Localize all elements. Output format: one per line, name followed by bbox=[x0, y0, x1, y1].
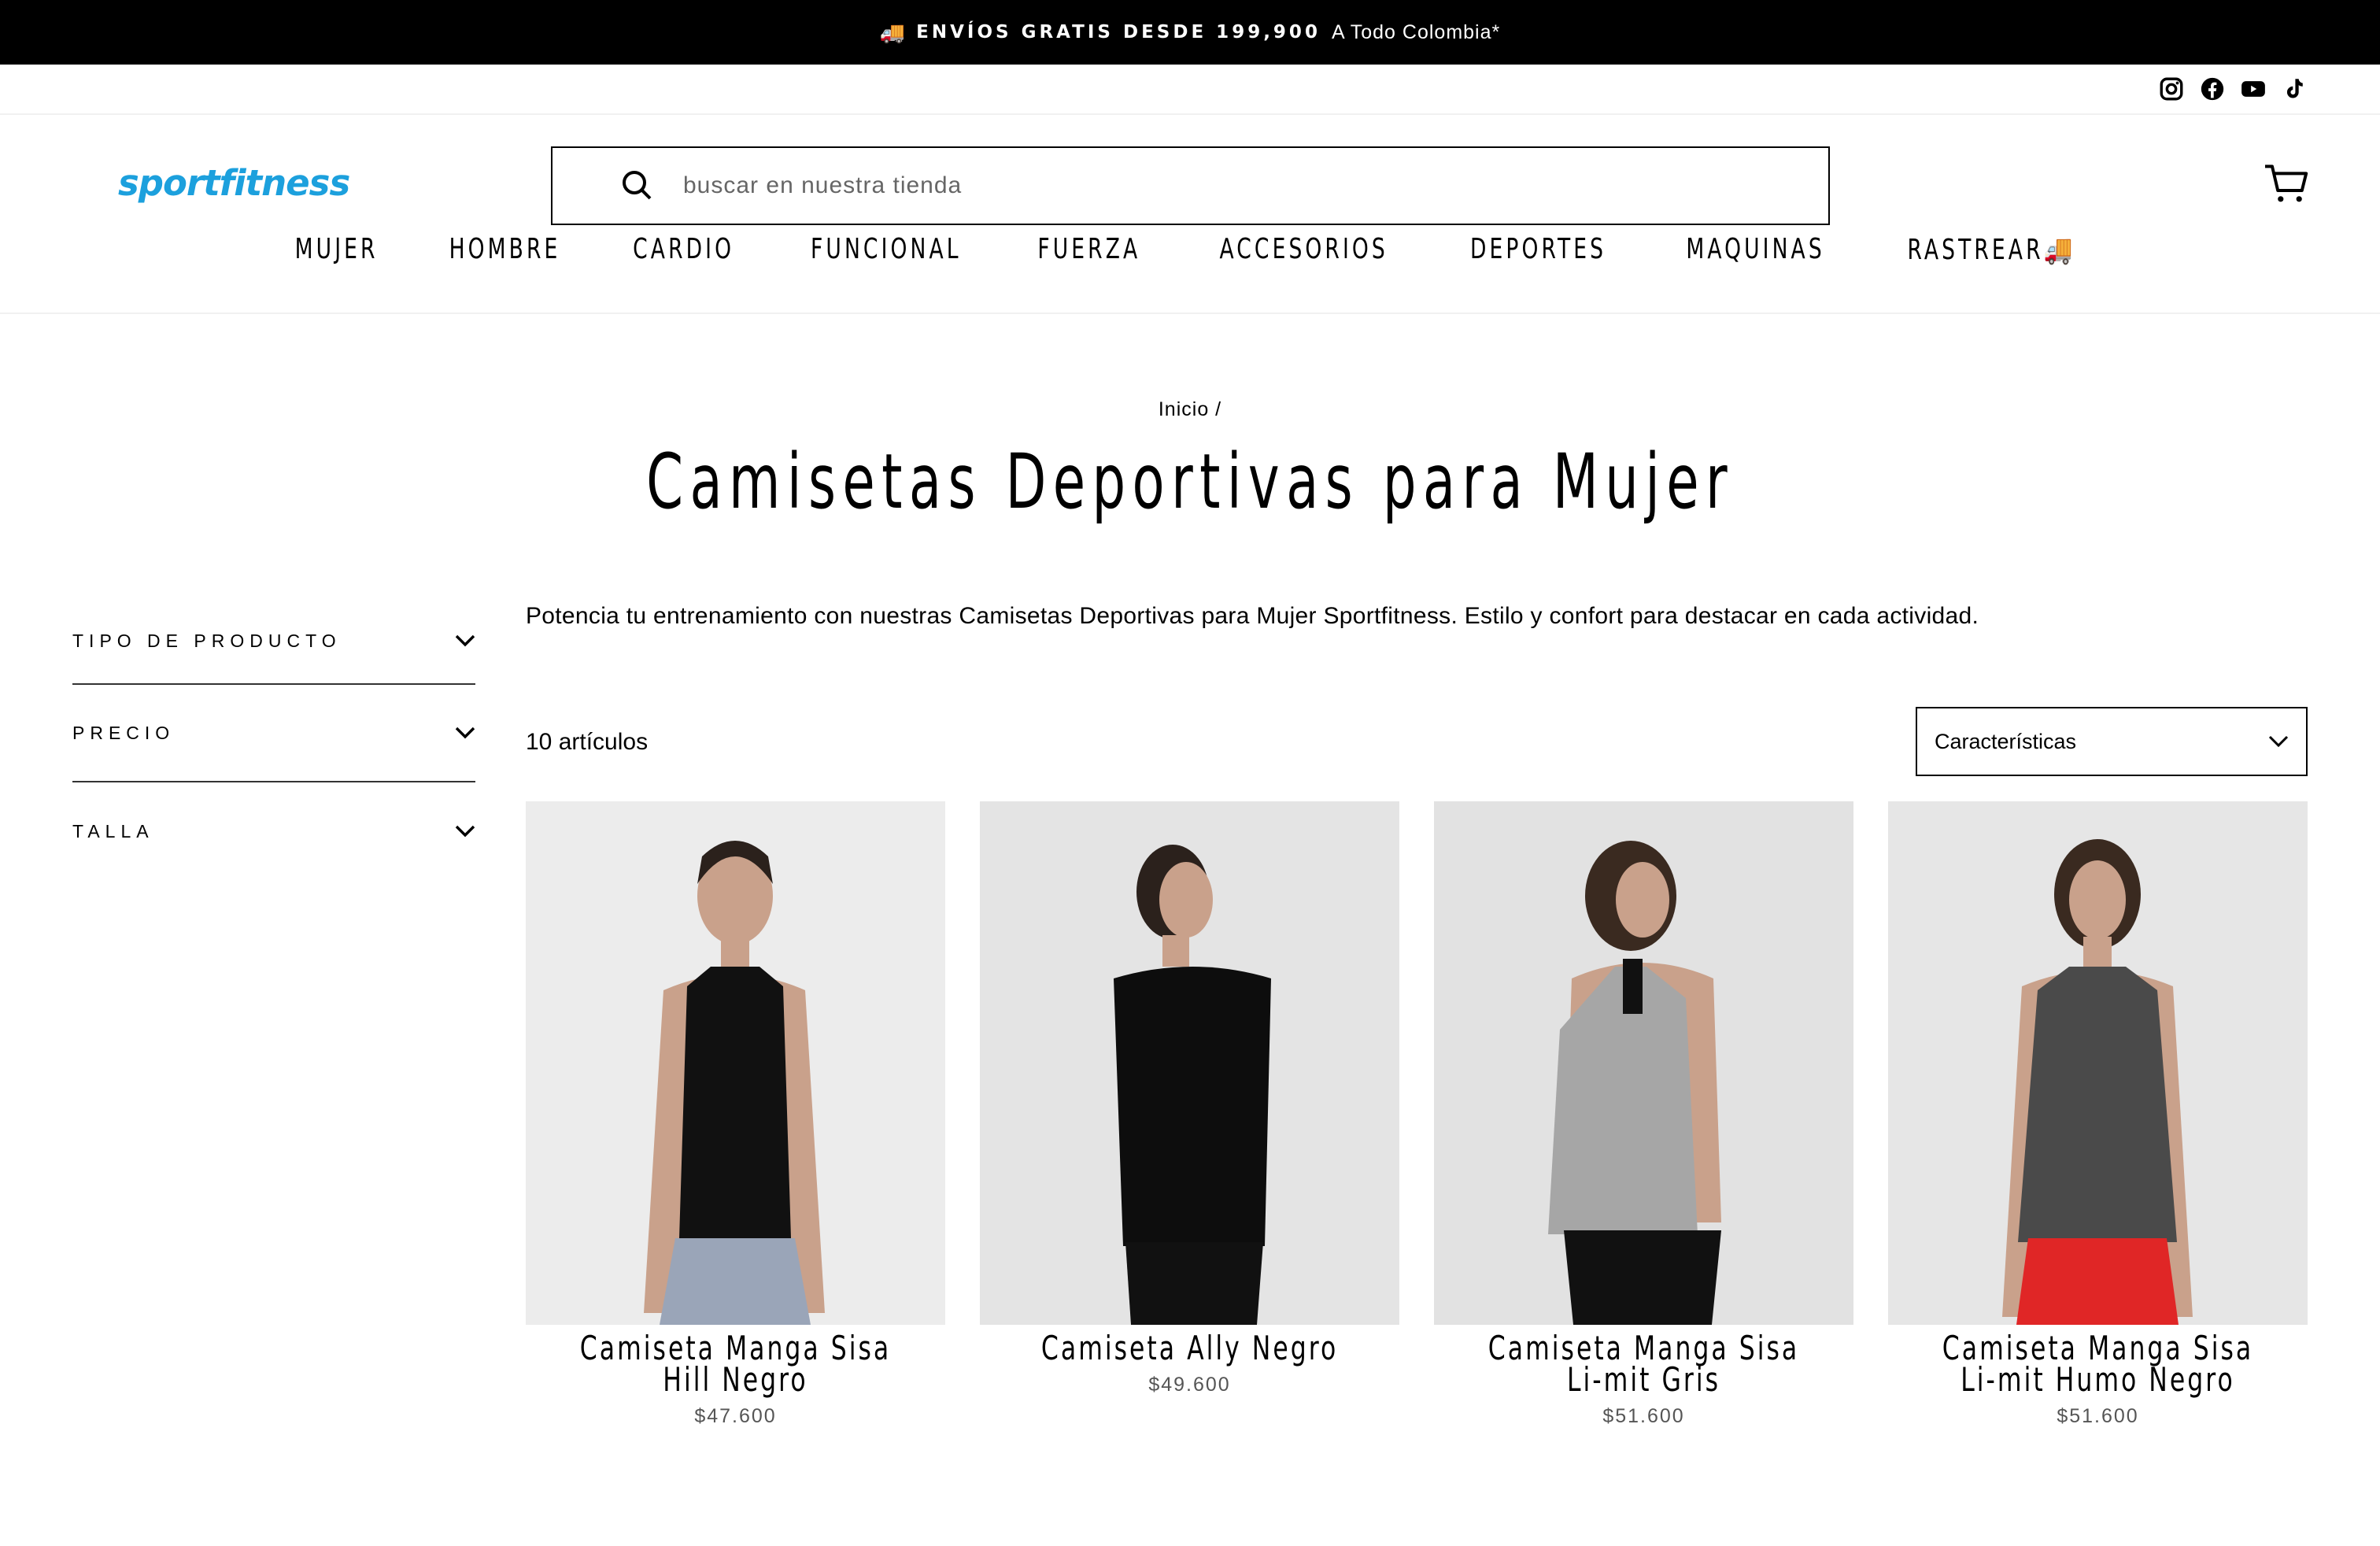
nav-rastrear[interactable]: RASTREAR🚚 bbox=[1907, 233, 2075, 266]
nav-maquinas[interactable]: MAQUINAS bbox=[1686, 233, 1824, 266]
announcement-light: A Todo Colombia* bbox=[1331, 20, 1501, 43]
sort-select[interactable]: Características bbox=[1916, 707, 2308, 776]
page-title: Camisetas Deportivas para Mujer bbox=[0, 438, 2380, 526]
product-price: $51.600 bbox=[2057, 1405, 2139, 1427]
product-price: $51.600 bbox=[1602, 1405, 1685, 1427]
filter-tipo-de-producto[interactable]: TIPO DE PRODUCTO bbox=[72, 598, 475, 685]
product-image[interactable] bbox=[980, 801, 1399, 1325]
nav-fuerza[interactable]: FUERZA bbox=[1038, 233, 1141, 266]
product-price: $49.600 bbox=[1148, 1374, 1231, 1396]
header-divider bbox=[0, 313, 2380, 314]
filter-label: PRECIO bbox=[72, 722, 176, 743]
product-name[interactable]: Camiseta Ally Negro bbox=[980, 1332, 1399, 1365]
product-name[interactable]: Camiseta Manga Sisa Hill Negro bbox=[526, 1332, 945, 1396]
nav-mujer[interactable]: MUJER bbox=[295, 233, 379, 266]
page-title-text: Camisetas Deportivas para Mujer bbox=[646, 438, 1734, 526]
site-logo[interactable]: sportfitness bbox=[118, 162, 350, 204]
product-image[interactable] bbox=[1888, 801, 2308, 1325]
tiktok-icon[interactable] bbox=[2281, 76, 2308, 102]
filter-sidebar: TIPO DE PRODUCTO PRECIO TALLA bbox=[72, 598, 475, 880]
product-card[interactable]: Camiseta Manga Sisa Li-mit Gris $51.600 bbox=[1434, 801, 1853, 1428]
filter-label: TALLA bbox=[72, 820, 154, 841]
search-icon[interactable] bbox=[619, 167, 656, 205]
product-count: 10 artículos bbox=[526, 729, 649, 755]
breadcrumb[interactable]: Inicio / bbox=[0, 398, 2380, 421]
social-bar bbox=[0, 65, 2380, 115]
chevron-down-icon bbox=[455, 825, 475, 838]
chevron-down-icon bbox=[455, 727, 475, 739]
main-nav: MUJER HOMBRE CARDIO FUNCIONAL FUERZA ACC… bbox=[0, 233, 2380, 266]
facebook-icon[interactable] bbox=[2199, 76, 2226, 102]
chevron-down-icon bbox=[2268, 735, 2289, 748]
filter-precio[interactable]: PRECIO bbox=[72, 685, 475, 782]
collection-description: Potencia tu entrenamiento con nuestras C… bbox=[526, 603, 1979, 629]
product-card[interactable]: Camiseta Manga Sisa Hill Negro $47.600 bbox=[526, 801, 945, 1428]
search-bar[interactable] bbox=[551, 146, 1830, 225]
truck-icon: 🚚 bbox=[879, 20, 906, 44]
product-price: $47.600 bbox=[694, 1405, 777, 1427]
product-card[interactable]: Camiseta Ally Negro $49.600 bbox=[980, 801, 1399, 1428]
cart-icon[interactable] bbox=[2264, 162, 2309, 205]
announcement-bold: ENVÍOS GRATIS DESDE 199,900 bbox=[916, 22, 1321, 43]
nav-funcional[interactable]: FUNCIONAL bbox=[811, 233, 962, 266]
product-grid: Camiseta Manga Sisa Hill Negro $47.600 C… bbox=[526, 801, 2308, 1428]
instagram-icon[interactable] bbox=[2158, 76, 2185, 102]
nav-hombre[interactable]: HOMBRE bbox=[449, 233, 560, 266]
product-image[interactable] bbox=[526, 801, 945, 1325]
filter-label: TIPO DE PRODUCTO bbox=[72, 630, 342, 651]
youtube-icon[interactable] bbox=[2240, 76, 2267, 102]
nav-cardio[interactable]: CARDIO bbox=[633, 233, 734, 266]
product-image[interactable] bbox=[1434, 801, 1853, 1325]
sort-selected-value: Características bbox=[1935, 729, 2077, 753]
nav-accesorios[interactable]: ACCESORIOS bbox=[1220, 233, 1388, 266]
product-card[interactable]: Camiseta Manga Sisa Li-mit Humo Negro $5… bbox=[1888, 801, 2308, 1428]
chevron-down-icon bbox=[455, 634, 475, 647]
product-name[interactable]: Camiseta Manga Sisa Li-mit Humo Negro bbox=[1888, 1332, 2308, 1396]
product-name[interactable]: Camiseta Manga Sisa Li-mit Gris bbox=[1434, 1332, 1853, 1396]
filter-talla[interactable]: TALLA bbox=[72, 782, 475, 880]
search-input[interactable] bbox=[683, 172, 1706, 199]
announcement-bar: 🚚 ENVÍOS GRATIS DESDE 199,900 A Todo Col… bbox=[0, 0, 2380, 65]
nav-deportes[interactable]: DEPORTES bbox=[1470, 233, 1606, 266]
